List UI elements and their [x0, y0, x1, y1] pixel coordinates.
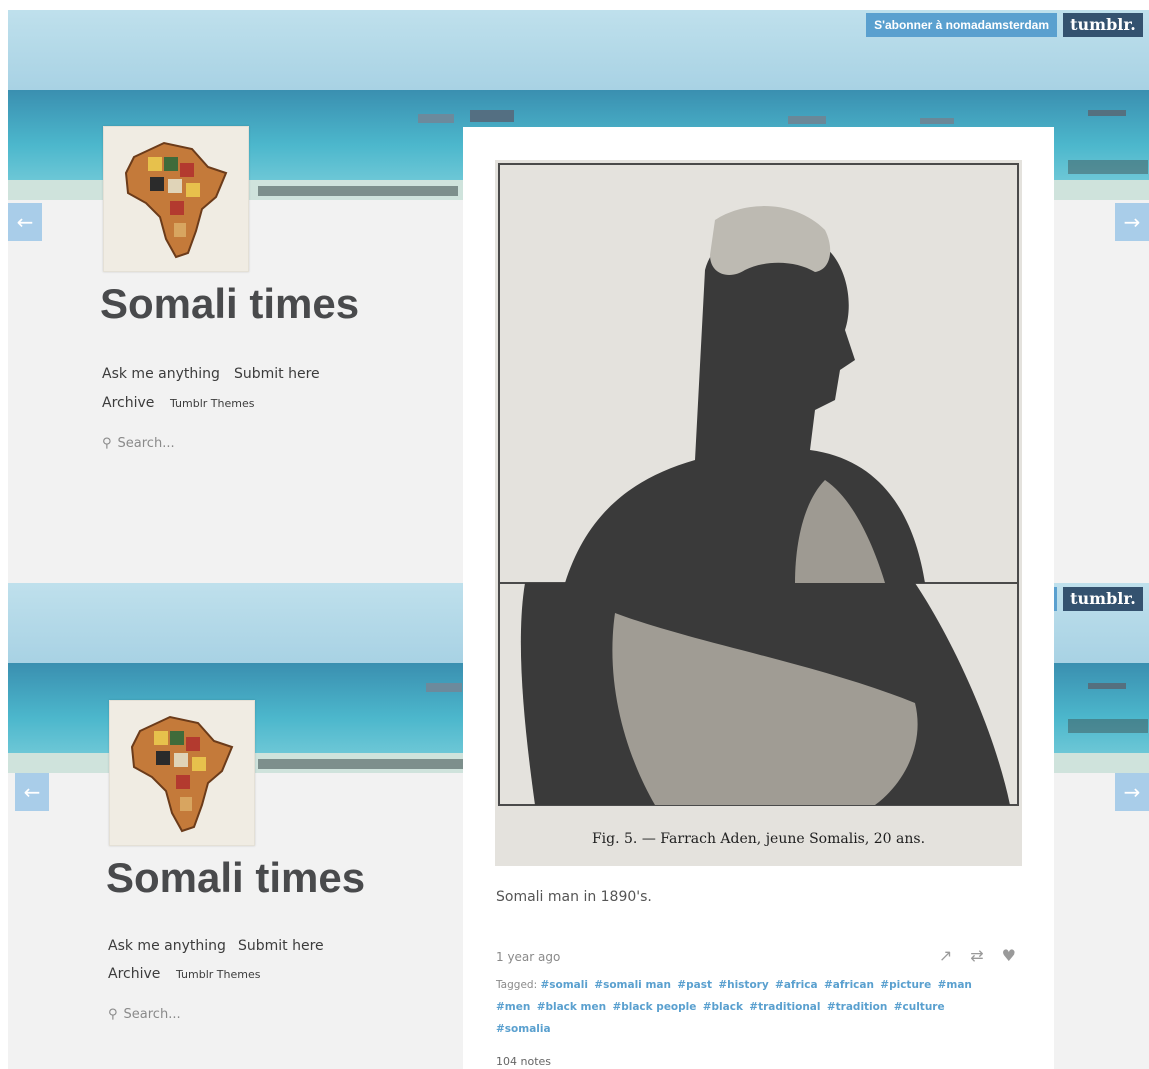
africa-map-icon — [104, 127, 248, 271]
tag-link[interactable]: #african — [824, 979, 874, 991]
like-icon[interactable]: ♥ — [1002, 946, 1016, 965]
themes-link[interactable]: Tumblr Themes — [176, 968, 260, 981]
ask-link[interactable]: Ask me anything — [102, 366, 220, 382]
tag-link[interactable]: #black men — [537, 1001, 606, 1013]
post-photo[interactable] — [495, 160, 1022, 583]
tag-link[interactable]: #somali — [540, 979, 588, 991]
search-input[interactable]: ⚲ Search... — [102, 436, 175, 451]
next-arrow-button[interactable]: → — [1115, 773, 1149, 811]
post-actions: ↗ ⇄ ♥ — [939, 946, 1016, 965]
blog-title[interactable]: Somali times — [106, 854, 365, 902]
tag-link[interactable]: #black people — [612, 1001, 696, 1013]
tagged-label: Tagged: — [496, 979, 538, 991]
arrow-left-icon: ← — [16, 210, 34, 234]
post-text: Somali man in 1890's. — [496, 889, 652, 905]
tumblr-logo[interactable]: tumblr. — [1063, 587, 1143, 611]
tag-link[interactable]: #black — [703, 1001, 743, 1013]
engraving-portrait — [495, 160, 1022, 583]
share-icon[interactable]: ↗ — [939, 946, 952, 965]
post-tags: Tagged: #somali #somali man #past #histo… — [496, 974, 996, 1040]
arrow-left-icon: ← — [23, 780, 41, 804]
screenshot-top: S'abonner à nomadamsterdam tumblr. ← → S… — [8, 10, 1149, 583]
tag-link[interactable]: #history — [718, 979, 768, 991]
tag-link[interactable]: #man — [938, 979, 972, 991]
search-icon: ⚲ — [108, 1007, 118, 1022]
subscribe-button[interactable]: S'abonner à nomadamsterdam — [866, 13, 1057, 37]
themes-link[interactable]: Tumblr Themes — [170, 397, 254, 410]
post-photo[interactable]: Fig. 5. — Farrach Aden, jeune Somalis, 2… — [495, 583, 1022, 866]
tag-link[interactable]: #traditional — [749, 1001, 820, 1013]
tag-link[interactable]: #tradition — [827, 1001, 888, 1013]
tag-link[interactable]: #men — [496, 1001, 530, 1013]
prev-arrow-button[interactable]: ← — [8, 203, 42, 241]
blog-title[interactable]: Somali times — [100, 280, 359, 328]
post-panel: Fig. 5. — Farrach Aden, jeune Somalis, 2… — [463, 583, 1054, 1069]
search-icon: ⚲ — [102, 436, 112, 451]
search-placeholder: Search... — [117, 436, 175, 451]
arrow-right-icon: → — [1123, 780, 1141, 804]
screenshot-bottom: S'abonner à nomadamsterdam tumblr. ← → S… — [8, 583, 1149, 1069]
arrow-right-icon: → — [1123, 210, 1141, 234]
search-placeholder: Search... — [123, 1007, 181, 1022]
archive-link[interactable]: Archive — [108, 966, 160, 982]
tag-link[interactable]: #picture — [880, 979, 931, 991]
post-panel — [463, 127, 1054, 583]
tag-link[interactable]: #somali man — [594, 979, 671, 991]
post-date[interactable]: 1 year ago — [496, 950, 560, 964]
tag-link[interactable]: #culture — [894, 1001, 945, 1013]
submit-link[interactable]: Submit here — [238, 938, 324, 954]
tag-link[interactable]: #past — [677, 979, 712, 991]
notes-count[interactable]: 104 notes — [496, 1055, 551, 1068]
avatar[interactable] — [109, 700, 255, 846]
africa-map-icon — [110, 701, 254, 845]
search-input[interactable]: ⚲ Search... — [108, 1007, 181, 1022]
tag-link[interactable]: #somalia — [496, 1023, 551, 1035]
engraving-portrait — [495, 583, 1022, 866]
reblog-icon[interactable]: ⇄ — [970, 946, 983, 965]
tag-link[interactable]: #africa — [775, 979, 818, 991]
tumblr-logo[interactable]: tumblr. — [1063, 13, 1143, 37]
prev-arrow-button[interactable]: ← — [15, 773, 49, 811]
archive-link[interactable]: Archive — [102, 395, 154, 411]
ask-link[interactable]: Ask me anything — [108, 938, 226, 954]
figure-caption: Fig. 5. — Farrach Aden, jeune Somalis, 2… — [591, 831, 926, 847]
avatar[interactable] — [103, 126, 249, 272]
next-arrow-button[interactable]: → — [1115, 203, 1149, 241]
submit-link[interactable]: Submit here — [234, 366, 320, 382]
